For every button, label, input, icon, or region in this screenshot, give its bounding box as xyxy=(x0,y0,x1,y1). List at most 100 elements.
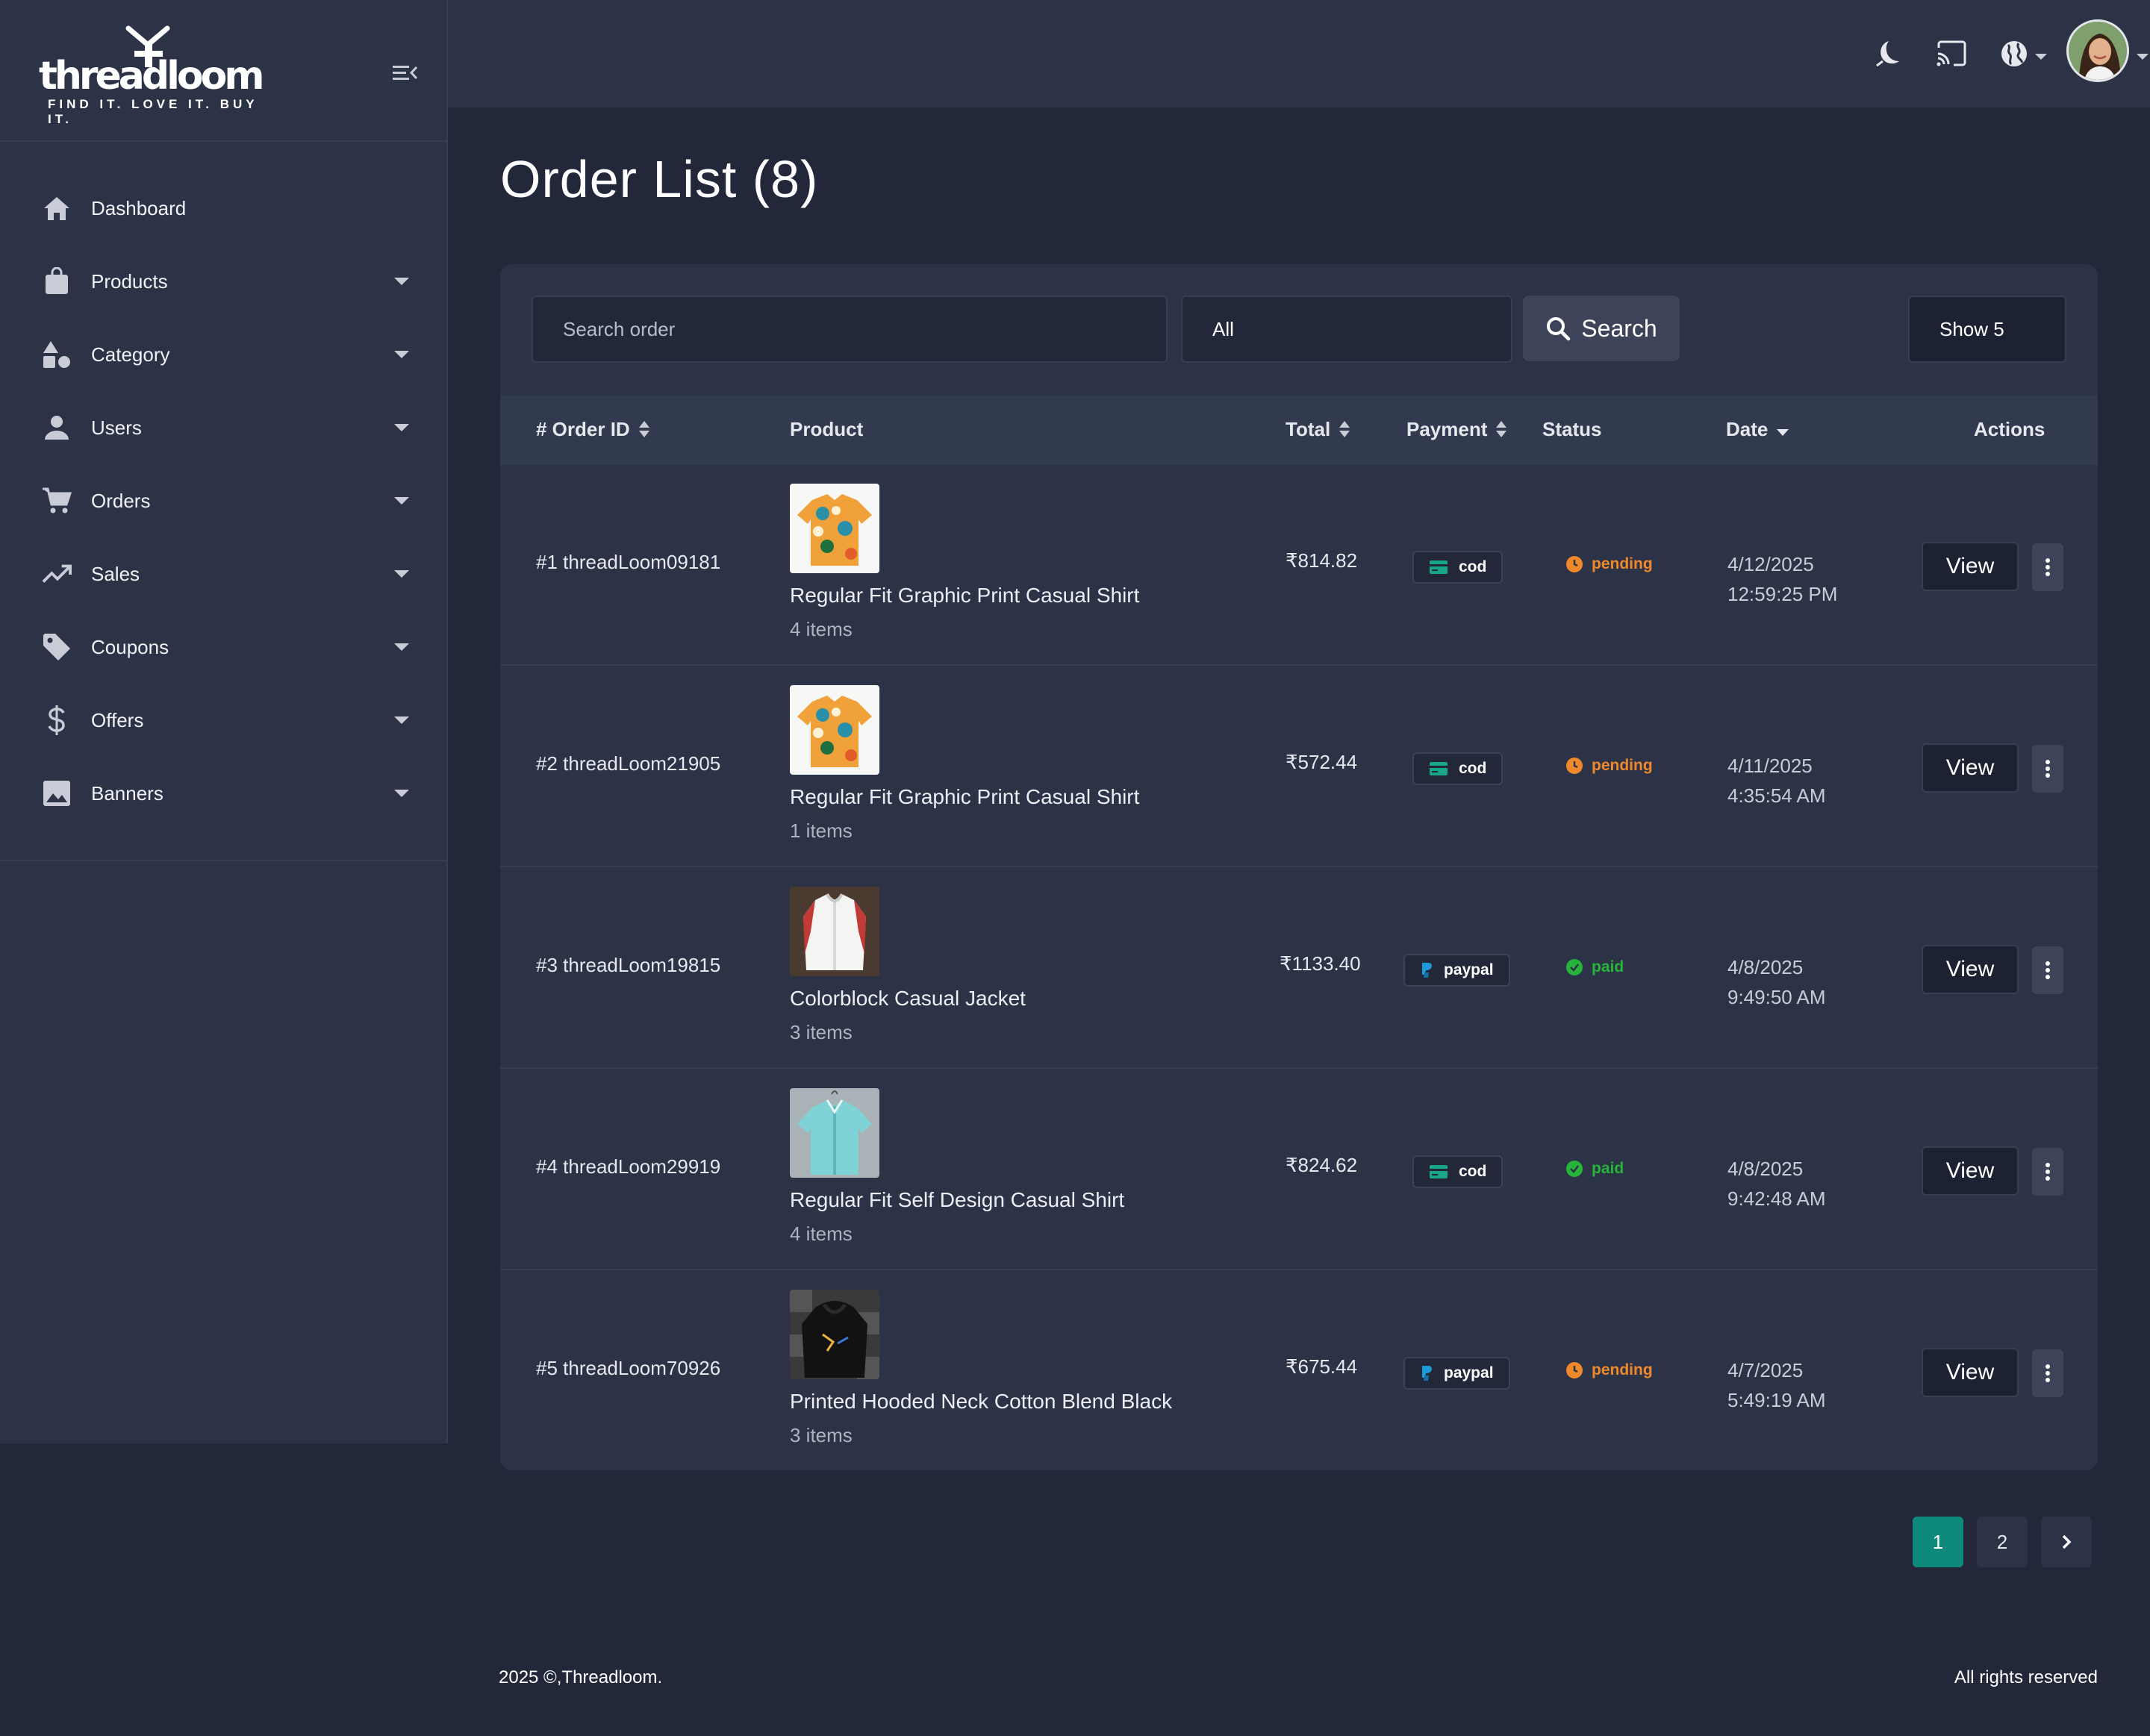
menu-collapse-icon xyxy=(393,66,418,80)
more-actions-button[interactable] xyxy=(2032,1148,2063,1196)
moon-icon[interactable] xyxy=(1869,36,1905,72)
view-order-button[interactable]: View xyxy=(1922,743,2019,793)
search-input[interactable] xyxy=(532,296,1168,363)
product-thumbnail[interactable] xyxy=(790,887,879,976)
order-date-day: 4/8/2025 xyxy=(1727,956,1804,978)
page-title: Order List (8) xyxy=(500,150,819,208)
user-icon xyxy=(42,413,72,443)
order-date-time: 12:59:25 PM xyxy=(1727,583,1838,605)
credit-card-icon xyxy=(1430,762,1448,775)
more-actions-button[interactable] xyxy=(2032,1349,2063,1397)
payment-method: cod xyxy=(1459,1163,1487,1180)
order-list-card: All Search Show 5 # Order ID Product Tot… xyxy=(500,264,2098,1470)
product-name[interactable]: Printed Hooded Neck Cotton Blend Black xyxy=(790,1390,1172,1414)
collapse-sidebar-button[interactable] xyxy=(390,60,420,87)
credit-card-icon xyxy=(1430,1165,1448,1178)
payment-badge: paypal xyxy=(1403,954,1510,987)
view-order-button[interactable]: View xyxy=(1922,945,2019,994)
column-order-id[interactable]: # Order ID xyxy=(536,396,649,463)
page-size-value: Show 5 xyxy=(1939,317,2004,340)
kebab-menu-icon xyxy=(2045,558,2050,576)
sidebar-item-category[interactable]: Category xyxy=(0,318,446,391)
column-label: Total xyxy=(1286,417,1331,440)
view-order-button[interactable]: View xyxy=(1922,542,2019,591)
chevron-down-icon xyxy=(394,716,409,724)
payment-method: cod xyxy=(1459,760,1487,777)
threadloom-logo[interactable]: threadloom FIND IT. LOVE IT. BUY IT. xyxy=(39,25,265,126)
page-button-2[interactable]: 2 xyxy=(1977,1517,2028,1567)
sidebar-item-label: Coupons xyxy=(91,635,169,658)
sidebar-item-label: Offers xyxy=(91,708,144,731)
cart-icon xyxy=(42,486,72,516)
status-filter-select[interactable]: All xyxy=(1181,296,1512,363)
view-order-button[interactable]: View xyxy=(1922,1146,2019,1196)
sort-icon xyxy=(1339,420,1350,438)
paypal-icon xyxy=(1422,1366,1432,1381)
sidebar-item-sales[interactable]: Sales xyxy=(0,537,446,611)
column-payment[interactable]: Payment xyxy=(1406,396,1507,463)
sidebar-item-label: Products xyxy=(91,269,168,293)
sidebar-item-banners[interactable]: Banners xyxy=(0,757,446,830)
product-name[interactable]: Regular Fit Graphic Print Casual Shirt xyxy=(790,584,1139,608)
column-status: Status xyxy=(1542,396,1601,463)
chevron-down-icon xyxy=(394,278,409,285)
next-page-button[interactable] xyxy=(2041,1517,2092,1567)
order-date-day: 4/11/2025 xyxy=(1727,755,1813,777)
logo-wordmark: threadloom xyxy=(39,54,265,99)
column-label: # Order ID xyxy=(536,417,630,440)
sidebar-item-orders[interactable]: Orders xyxy=(0,464,446,537)
search-button[interactable]: Search xyxy=(1523,296,1680,361)
dollar-icon xyxy=(42,705,72,735)
item-count: 4 items xyxy=(790,618,853,640)
more-actions-button[interactable] xyxy=(2032,543,2063,591)
order-id: #2 threadLoom21905 xyxy=(536,752,721,775)
sort-icon xyxy=(1496,420,1507,438)
credit-card-icon xyxy=(1430,561,1448,574)
column-label: Status xyxy=(1542,417,1602,440)
status-badge: paid xyxy=(1566,958,1624,976)
sidebar-item-label: Sales xyxy=(91,562,140,585)
kebab-menu-icon xyxy=(2045,961,2050,979)
page-button-1[interactable]: 1 xyxy=(1913,1517,1963,1567)
shopping-bag-icon xyxy=(42,266,72,296)
chevron-down-icon xyxy=(394,351,409,358)
payment-method: paypal xyxy=(1444,961,1494,978)
chevron-down-icon xyxy=(394,570,409,578)
more-actions-button[interactable] xyxy=(2032,745,2063,793)
product-thumbnail[interactable] xyxy=(790,1290,879,1379)
order-date-time: 5:49:19 AM xyxy=(1727,1389,1826,1411)
more-actions-button[interactable] xyxy=(2032,946,2063,994)
column-product: Product xyxy=(790,396,863,463)
cast-icon[interactable] xyxy=(1934,36,1969,72)
column-date[interactable]: Date xyxy=(1726,396,1789,463)
column-label: Actions xyxy=(1974,417,2045,440)
page-size-select[interactable]: Show 5 xyxy=(1908,296,2066,363)
sidebar-item-dashboard[interactable]: Dashboard xyxy=(0,172,446,245)
product-name[interactable]: Regular Fit Self Design Casual Shirt xyxy=(790,1188,1124,1212)
view-order-button[interactable]: View xyxy=(1922,1348,2019,1397)
sidebar-item-coupons[interactable]: Coupons xyxy=(0,611,446,684)
column-actions: Actions xyxy=(1974,396,2045,463)
language-chevron-icon[interactable] xyxy=(2035,54,2047,60)
profile-chevron-icon[interactable] xyxy=(2137,54,2149,60)
order-date: 4/8/2025 9:49:50 AM xyxy=(1727,952,1826,1012)
column-total[interactable]: Total xyxy=(1286,396,1350,463)
product-thumbnail[interactable] xyxy=(790,484,879,573)
sidebar-item-users[interactable]: Users xyxy=(0,391,446,464)
product-thumbnail[interactable] xyxy=(790,685,879,775)
product-thumbnail[interactable] xyxy=(790,1088,879,1178)
payment-badge: cod xyxy=(1412,1155,1504,1188)
product-name[interactable]: Regular Fit Graphic Print Casual Shirt xyxy=(790,785,1139,809)
order-date-time: 9:49:50 AM xyxy=(1727,986,1826,1008)
status-text: pending xyxy=(1592,555,1653,572)
trending-up-icon xyxy=(42,559,72,589)
column-label: Product xyxy=(790,417,864,440)
sidebar-item-products[interactable]: Products xyxy=(0,245,446,318)
sidebar-item-offers[interactable]: Offers xyxy=(0,684,446,757)
product-name[interactable]: Colorblock Casual Jacket xyxy=(790,987,1026,1011)
globe-icon[interactable] xyxy=(1996,36,2032,72)
avatar[interactable] xyxy=(2066,19,2129,82)
order-id: #4 threadLoom29919 xyxy=(536,1155,721,1178)
item-count: 1 items xyxy=(790,819,853,842)
table-row: #5 threadLoom70926 Printed Hooded Neck C… xyxy=(500,1269,2098,1470)
